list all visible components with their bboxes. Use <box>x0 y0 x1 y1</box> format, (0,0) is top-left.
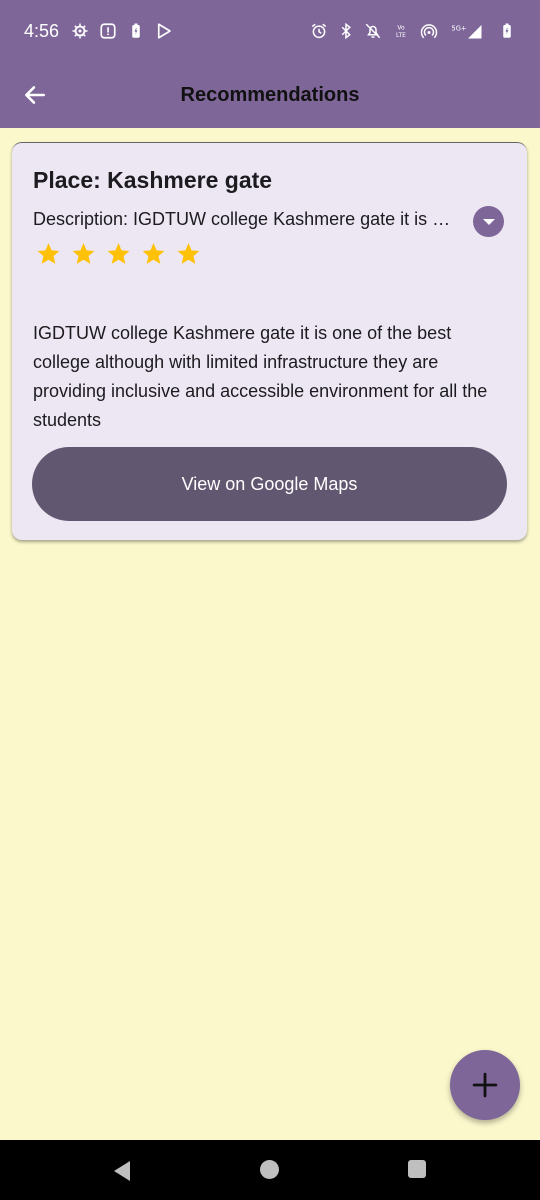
nav-home-button[interactable] <box>260 1160 279 1179</box>
battery-icon <box>498 22 516 40</box>
review-text: IGDTUW college Kashmere gate it is one o… <box>33 323 488 430</box>
nav-back-button[interactable] <box>112 1160 132 1187</box>
hotspot-icon <box>420 22 438 40</box>
settings-icon <box>71 22 89 40</box>
view-on-google-maps-button[interactable]: View on Google Maps <box>32 447 507 521</box>
page-title: Recommendations <box>180 83 360 106</box>
star-icon <box>177 243 200 264</box>
notification-box-icon <box>99 22 117 40</box>
5g-signal-icon: 5G+ <box>447 22 489 40</box>
nav-back-icon <box>114 1161 130 1181</box>
status-time: 4:56 <box>24 20 60 41</box>
svg-text:LTE: LTE <box>396 32 406 39</box>
bluetooth-icon <box>337 22 355 40</box>
play-store-icon <box>155 22 173 40</box>
svg-text:5G+: 5G+ <box>451 24 466 32</box>
alarm-icon <box>310 22 328 40</box>
status-left-icons <box>71 22 173 40</box>
status-bar: 4:56 Vo LTE 5G+ <box>0 0 540 62</box>
star-icon <box>107 243 130 264</box>
svg-text:Vo: Vo <box>397 25 405 32</box>
status-right-icons: Vo LTE 5G+ <box>310 22 516 40</box>
star-icon <box>37 243 60 264</box>
add-fab-button[interactable] <box>450 1050 520 1120</box>
place-title: Place: Kashmere gate <box>33 167 273 193</box>
mute-icon <box>364 22 382 40</box>
star-icon <box>72 243 95 264</box>
rating-stars <box>36 241 201 266</box>
description-text: Description: IGDTUW college Kashmere gat… <box>33 209 453 229</box>
system-nav-bar <box>0 1140 540 1200</box>
chevron-down-icon <box>482 218 495 225</box>
app-bar: Recommendations <box>0 62 540 128</box>
star-icon <box>142 243 165 264</box>
plus-icon <box>472 1072 498 1098</box>
expand-button[interactable] <box>473 206 504 237</box>
recommendation-card: Place: Kashmere gate Description: IGDTUW… <box>12 142 527 540</box>
battery-saver-icon <box>127 22 145 40</box>
volte-icon: Vo LTE <box>391 22 411 40</box>
back-button[interactable] <box>20 80 50 110</box>
arrow-back-icon <box>25 86 45 104</box>
nav-recents-button[interactable] <box>408 1160 426 1178</box>
